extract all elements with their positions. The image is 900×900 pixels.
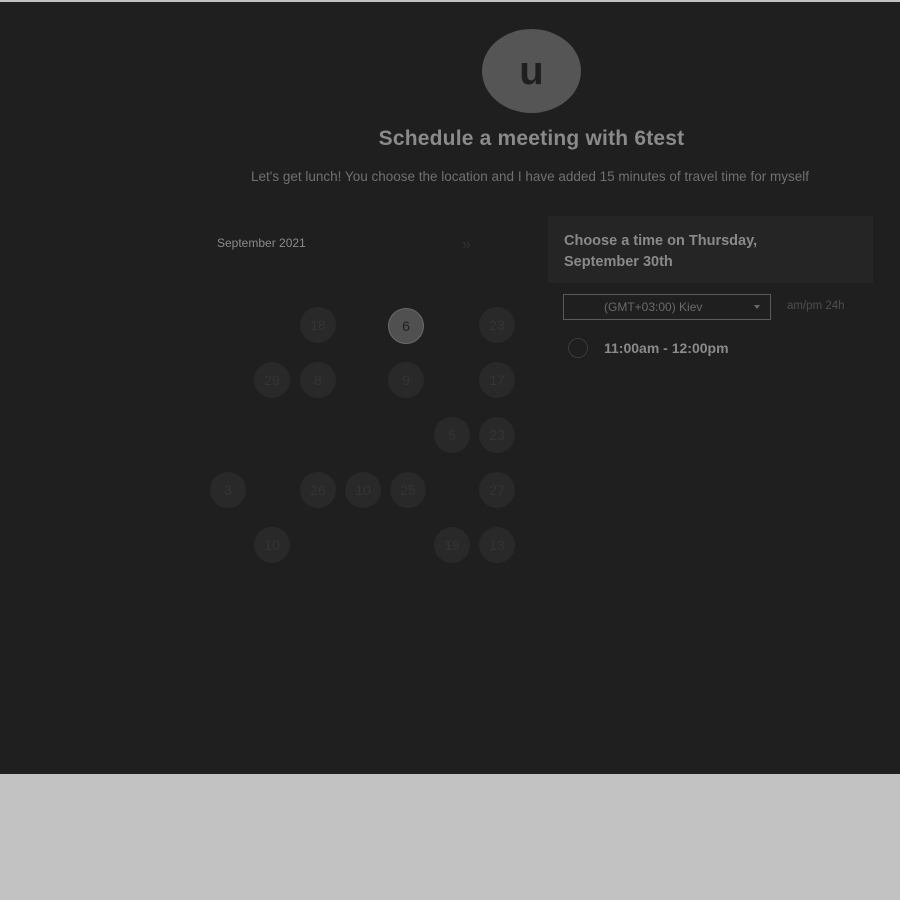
calendar-day[interactable]: 25 [390,472,426,508]
calendar-day-selected[interactable]: 6 [388,308,424,344]
avatar: u [482,29,581,113]
time-slot-label: 11:00am - 12:00pm [604,340,729,356]
time-panel-header: Choose a time on Thursday, September 30t… [548,216,873,283]
calendar-month-label: September 2021 [217,236,306,250]
timezone-value: (GMT+03:00) Kiev [604,300,703,314]
calendar-day[interactable]: 17 [479,362,515,398]
calendar-day[interactable]: 19 [434,527,470,563]
caret-down-icon [754,305,760,309]
calendar-day[interactable]: 23 [479,307,515,343]
scheduler-panel [0,2,900,774]
calendar-day[interactable]: 10 [254,527,290,563]
time-panel-heading: Choose a time on Thursday, September 30t… [564,233,758,270]
calendar-day[interactable]: 18 [300,307,336,343]
calendar-day[interactable]: 8 [300,362,336,398]
calendar-weekday-row [205,277,525,289]
meeting-description: Let's get lunch! You choose the location… [251,169,809,184]
calendar-day[interactable]: 13 [479,527,515,563]
calendar-day[interactable]: 3 [210,472,246,508]
calendar-day[interactable]: 5 [434,417,470,453]
calendar-day[interactable]: 10 [345,472,381,508]
calendar-day[interactable]: 27 [479,472,515,508]
chevron-right-icon[interactable]: » [462,236,480,254]
time-slot[interactable]: 11:00am - 12:00pm [568,336,729,360]
calendar-day[interactable]: 26 [300,472,336,508]
calendar-day[interactable]: 23 [479,417,515,453]
radio-icon[interactable] [568,338,588,358]
calendar-day[interactable]: 29 [254,362,290,398]
time-format-toggle: am/pm 24h [787,300,845,312]
format-24h-option[interactable]: 24h [825,300,844,312]
calendar-day[interactable]: 9 [388,362,424,398]
timezone-select[interactable]: (GMT+03:00) Kiev [563,294,771,320]
format-ampm-option[interactable]: am/pm [787,300,822,312]
page-title: Schedule a meeting with 6test [378,127,685,150]
